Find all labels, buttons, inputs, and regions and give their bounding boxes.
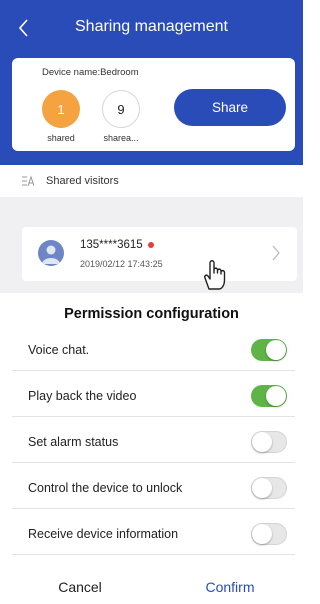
permission-sheet: Permission configuration Voice chat. Pla… (0, 293, 303, 604)
permission-label: Receive device information (28, 527, 179, 541)
permission-label: Set alarm status (28, 435, 119, 449)
permission-label: Voice chat. (28, 343, 90, 357)
visitors-section-label: Shared visitors (46, 175, 119, 187)
nav-bar: Sharing management (0, 0, 303, 56)
shared-count: 1 (57, 101, 65, 117)
voice-chat-toggle[interactable] (251, 339, 287, 361)
online-dot (147, 241, 154, 248)
avatar-icon (38, 240, 64, 266)
visitor-phone-wrap: 135****3615 (80, 239, 154, 251)
playback-toggle[interactable] (251, 385, 287, 407)
permission-label: Play back the video (28, 389, 137, 403)
device-card: Device name:Bedroom 1 9 shared sharea...… (12, 58, 295, 151)
permission-row-unlock: Control the device to unlock (12, 469, 295, 509)
device-name: Device name:Bedroom (42, 67, 139, 78)
chevron-right-icon (272, 245, 280, 261)
alarm-status-toggle[interactable] (251, 431, 287, 453)
unlock-toggle[interactable] (251, 477, 287, 499)
visitors-icon (22, 175, 34, 187)
shared-count-badge[interactable]: 1 (42, 90, 80, 128)
confirm-button[interactable]: Confirm (160, 579, 300, 595)
device-info-toggle[interactable] (251, 523, 287, 545)
sharea-count-badge[interactable]: 9 (102, 90, 140, 128)
page-title: Sharing management (75, 18, 228, 35)
visitor-list: 135****3615 2019/02/12 17:43:25 (0, 197, 303, 293)
permission-row-alarm: Set alarm status (12, 423, 295, 463)
visitors-section: Shared visitors (0, 165, 303, 197)
visitor-row[interactable]: 135****3615 2019/02/12 17:43:25 (22, 227, 297, 281)
share-button[interactable]: Share (174, 89, 286, 126)
hand-cursor-icon (204, 260, 226, 290)
permission-row-voice-chat: Voice chat. (12, 331, 295, 371)
shared-label: shared (47, 133, 75, 143)
permission-title: Permission configuration (64, 306, 239, 322)
permission-row-playback: Play back the video (12, 377, 295, 417)
cancel-button[interactable]: Cancel (0, 579, 160, 595)
sharea-count: 9 (117, 101, 125, 117)
sheet-actions: Cancel Confirm (0, 570, 303, 604)
permission-label: Control the device to unlock (28, 481, 183, 495)
sharea-label: sharea... (103, 133, 139, 143)
permission-row-device-info: Receive device information (12, 515, 295, 555)
visitor-phone: 135****3615 (80, 239, 143, 251)
visitor-date: 2019/02/12 17:43:25 (80, 259, 163, 269)
header: Sharing management Device name:Bedroom 1… (0, 0, 303, 165)
